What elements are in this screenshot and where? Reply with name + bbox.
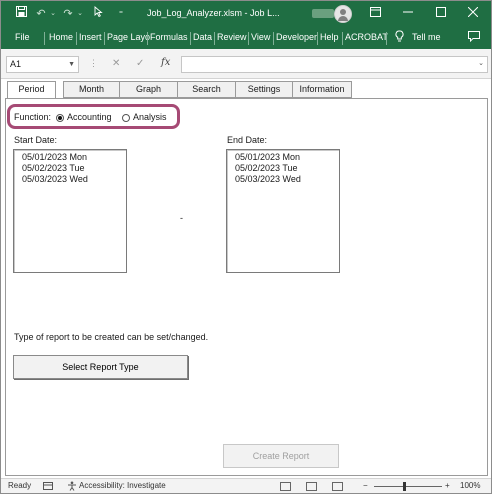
list-item[interactable]: 05/02/2023 Tue bbox=[22, 163, 126, 174]
ribbon-tab-page-layout[interactable]: Page Layo bbox=[107, 32, 150, 42]
ribbon-divider bbox=[342, 32, 343, 45]
ribbon-tab-home[interactable]: Home bbox=[49, 32, 73, 42]
close-icon[interactable] bbox=[463, 6, 483, 22]
name-box-value: A1 bbox=[10, 59, 22, 69]
function-label: Function: bbox=[14, 112, 52, 122]
ribbon-tab-data[interactable]: Data bbox=[193, 32, 212, 42]
tab-information[interactable]: Information bbox=[292, 81, 352, 98]
more-options-icon: ⋮ bbox=[89, 58, 98, 68]
date-range-separator: - bbox=[180, 213, 183, 223]
ribbon-tab-help[interactable]: Help bbox=[320, 32, 339, 42]
create-report-button[interactable]: Create Report bbox=[223, 444, 339, 468]
accessibility-icon[interactable] bbox=[67, 481, 77, 493]
comments-icon[interactable] bbox=[468, 31, 480, 44]
chevron-down-icon[interactable]: ⌄ bbox=[478, 59, 484, 67]
pointer-icon[interactable] bbox=[91, 6, 105, 22]
ribbon-tab-review[interactable]: Review bbox=[217, 32, 247, 42]
ribbon-divider bbox=[147, 32, 148, 45]
zoom-slider-thumb[interactable] bbox=[403, 482, 406, 491]
ribbon-tab-acrobat[interactable]: ACROBAT bbox=[345, 32, 388, 42]
list-item[interactable]: 05/01/2023 Mon bbox=[235, 152, 339, 163]
end-date-label: End Date: bbox=[227, 135, 268, 145]
list-item[interactable]: 05/03/2023 Wed bbox=[22, 174, 126, 185]
radio-analysis-label[interactable]: Analysis bbox=[133, 112, 167, 122]
radio-analysis[interactable] bbox=[122, 114, 130, 122]
ribbon-tab-insert[interactable]: Insert bbox=[79, 32, 102, 42]
ribbon-tab-developer[interactable]: Developer bbox=[276, 32, 317, 42]
zoom-out-button[interactable]: − bbox=[363, 481, 368, 490]
zoom-level[interactable]: 100% bbox=[460, 481, 480, 490]
tab-month[interactable]: Month bbox=[63, 81, 120, 98]
formula-input[interactable]: ⌄ bbox=[181, 56, 488, 73]
select-report-type-button[interactable]: Select Report Type bbox=[13, 355, 188, 379]
ribbon-divider bbox=[273, 32, 274, 45]
radio-accounting-label[interactable]: Accounting bbox=[67, 112, 112, 122]
ribbon-display-icon[interactable] bbox=[365, 6, 385, 22]
ribbon-tabs: File Home Insert Page Layo Formulas Data… bbox=[1, 28, 491, 49]
radio-accounting[interactable] bbox=[56, 114, 64, 122]
ribbon-divider bbox=[248, 32, 249, 45]
status-bar: Ready Accessibility: Investigate − + 100… bbox=[1, 478, 491, 493]
chevron-down-icon[interactable]: ▼ bbox=[68, 57, 75, 72]
restore-icon[interactable] bbox=[431, 6, 451, 22]
tab-settings[interactable]: Settings bbox=[235, 81, 293, 98]
enter-icon[interactable]: ✓ bbox=[136, 58, 144, 69]
tab-period[interactable]: Period bbox=[7, 81, 56, 99]
ribbon-tab-view[interactable]: View bbox=[251, 32, 270, 42]
page-break-view-icon[interactable] bbox=[332, 482, 343, 491]
list-item[interactable]: 05/03/2023 Wed bbox=[235, 174, 339, 185]
ribbon-divider bbox=[44, 32, 45, 45]
cancel-icon[interactable]: ✕ bbox=[112, 58, 120, 69]
status-ready: Ready bbox=[8, 481, 32, 490]
zoom-slider[interactable] bbox=[374, 486, 442, 487]
ribbon-divider bbox=[190, 32, 191, 45]
insert-function-icon[interactable]: fx bbox=[161, 57, 170, 68]
ribbon-divider bbox=[317, 32, 318, 45]
ribbon-divider bbox=[214, 32, 215, 45]
lightbulb-icon[interactable] bbox=[395, 30, 404, 46]
macro-record-icon[interactable] bbox=[43, 481, 53, 493]
undo-dropdown-icon[interactable]: ⌄ bbox=[46, 6, 60, 22]
user-name-redacted bbox=[312, 9, 334, 18]
formula-bar: A1 ▼ ⋮ ✕ ✓ fx ⌄ bbox=[1, 49, 491, 79]
ribbon-tab-formulas[interactable]: Formulas bbox=[150, 32, 188, 42]
ribbon-divider bbox=[76, 32, 77, 45]
name-box[interactable]: A1 ▼ bbox=[6, 56, 79, 73]
page-layout-view-icon[interactable] bbox=[306, 482, 317, 491]
tab-graph[interactable]: Graph bbox=[119, 81, 178, 98]
start-date-label: Start Date: bbox=[14, 135, 58, 145]
title-bar: ↶ ⌄ ↷ ⌄ ⁼ Job_Log_Analyzer.xlsm - Job L.… bbox=[1, 1, 491, 28]
end-date-list[interactable]: 05/01/2023 Mon 05/02/2023 Tue 05/03/2023… bbox=[226, 149, 340, 273]
customize-toolbar-icon[interactable]: ⁼ bbox=[114, 6, 128, 22]
tell-me-search[interactable]: Tell me bbox=[412, 32, 441, 42]
accessibility-status[interactable]: Accessibility: Investigate bbox=[79, 481, 166, 490]
save-icon[interactable] bbox=[14, 6, 28, 22]
ribbon-tab-file[interactable]: File bbox=[15, 32, 30, 42]
list-item[interactable]: 05/01/2023 Mon bbox=[22, 152, 126, 163]
tab-search[interactable]: Search bbox=[177, 81, 236, 98]
ribbon-divider bbox=[386, 32, 387, 45]
window-title: Job_Log_Analyzer.xlsm - Job L... bbox=[147, 8, 280, 18]
avatar[interactable] bbox=[334, 5, 352, 23]
start-date-list[interactable]: 05/01/2023 Mon 05/02/2023 Tue 05/03/2023… bbox=[13, 149, 127, 273]
redo-dropdown-icon[interactable]: ⌄ bbox=[73, 6, 87, 22]
minimize-icon[interactable] bbox=[398, 6, 418, 22]
ribbon-divider bbox=[104, 32, 105, 45]
excel-window: ↶ ⌄ ↷ ⌄ ⁼ Job_Log_Analyzer.xlsm - Job L.… bbox=[0, 0, 492, 494]
report-type-hint: Type of report to be created can be set/… bbox=[14, 332, 209, 342]
zoom-in-button[interactable]: + bbox=[445, 481, 450, 490]
list-item[interactable]: 05/02/2023 Tue bbox=[235, 163, 339, 174]
normal-view-icon[interactable] bbox=[280, 482, 291, 491]
